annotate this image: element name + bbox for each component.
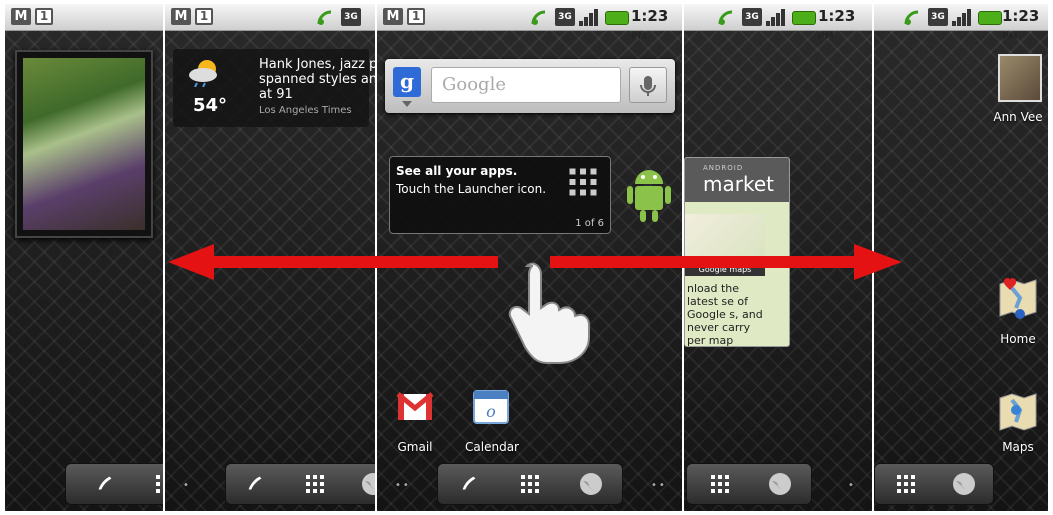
status-bar: M 1 <box>5 4 163 31</box>
battery-icon <box>978 11 1002 25</box>
dock <box>437 463 623 505</box>
wifi-icon <box>531 10 546 25</box>
signal-icon <box>766 8 788 26</box>
android-robot-icon <box>627 164 671 228</box>
market-header: ANDROID market <box>685 158 789 202</box>
battery-icon <box>605 11 629 25</box>
tooltip-counter: 1 of 6 <box>575 218 604 229</box>
clock: 1:23 PM <box>1002 7 1040 42</box>
tooltip-title: See all your apps. <box>396 164 518 178</box>
wifi-icon <box>904 10 919 25</box>
status-bar: M 1 3G 1:23 PM <box>377 4 682 42</box>
microphone-icon[interactable] <box>629 67 667 103</box>
clock: 1:23 PM <box>818 7 856 42</box>
status-bar: 3G 1:23 PM <box>874 4 1048 42</box>
dock <box>65 463 163 505</box>
browser-globe-icon[interactable] <box>344 464 375 504</box>
launcher-grid-icon[interactable] <box>136 464 163 504</box>
home-screen-panel-1: M 1 <box>5 4 163 511</box>
battery-icon <box>792 11 816 25</box>
page-indicator: •• <box>651 480 667 491</box>
gmail-app-label[interactable]: Gmail <box>385 440 445 454</box>
gmail-notification-icon: M <box>171 8 191 25</box>
status-bar: 3G 1:23 PM <box>684 4 872 42</box>
maps-app-label[interactable]: Maps <box>986 440 1048 454</box>
swipe-left-arrowhead <box>168 244 214 280</box>
tooltip-body: Touch the Launcher icon. <box>396 182 547 196</box>
news-weather-widget[interactable]: 54° Hank Jones, jazz pianist, spanned st… <box>173 49 375 127</box>
3g-icon: 3G <box>341 8 361 26</box>
chevron-down-icon[interactable] <box>402 101 412 107</box>
market-logo-small: ANDROID <box>703 164 744 172</box>
news-source: Los Angeles Times <box>259 105 352 116</box>
launcher-grid-icon[interactable] <box>877 464 935 504</box>
photo-frame-widget[interactable] <box>15 50 153 238</box>
google-g-button[interactable]: g <box>393 67 421 97</box>
calendar-notification-icon: 1 <box>407 8 425 25</box>
launcher-tooltip[interactable]: See all your apps. Touch the Launcher ic… <box>389 156 611 234</box>
search-input[interactable]: Google <box>431 67 621 103</box>
browser-globe-icon[interactable] <box>935 464 993 504</box>
google-search-widget[interactable]: g Google <box>385 59 675 113</box>
clock: 1:23 PM <box>631 7 669 42</box>
signal-icon <box>952 8 974 26</box>
launcher-grid-icon[interactable] <box>286 464 344 504</box>
launcher-grid-icon[interactable] <box>691 464 749 504</box>
launcher-grid-icon[interactable] <box>501 464 559 504</box>
wifi-icon <box>718 10 733 25</box>
contact-shortcut-label[interactable]: Ann Vee <box>986 110 1048 124</box>
calendar-app-label[interactable]: Calendar <box>457 440 527 454</box>
signal-icon <box>579 8 601 26</box>
family-photo <box>23 58 145 230</box>
page-indicator: • <box>848 480 856 491</box>
home-map-shortcut-icon[interactable] <box>998 276 1038 320</box>
page-indicator: •• <box>395 480 411 491</box>
calendar-notification-icon: 1 <box>35 8 53 25</box>
page-indicator: • <box>183 480 191 491</box>
3g-icon: 3G <box>555 8 575 26</box>
phone-icon[interactable] <box>226 464 284 504</box>
swipe-left-arrow <box>168 244 498 280</box>
wifi-icon <box>317 10 332 25</box>
phone-icon[interactable] <box>76 464 134 504</box>
gmail-notification-icon: M <box>11 8 31 25</box>
temperature: 54° <box>193 95 228 116</box>
swipe-right-arrow-shaft <box>550 256 856 268</box>
gmail-notification-icon: M <box>383 8 403 25</box>
home-map-shortcut-label[interactable]: Home <box>986 332 1048 346</box>
news-headline: Hank Jones, jazz pianist, spanned styles… <box>259 57 375 102</box>
calendar-app-icon[interactable]: o <box>471 386 511 426</box>
maps-app-icon[interactable] <box>998 392 1038 432</box>
browser-globe-icon[interactable] <box>751 464 809 504</box>
market-promo-text: nload the latest se of Google s, and nev… <box>687 282 763 347</box>
launcher-grid-icon <box>568 167 598 201</box>
market-logo: market <box>703 172 774 196</box>
swipe-right-arrow <box>550 244 902 280</box>
browser-globe-icon[interactable] <box>562 464 620 504</box>
weather-icon <box>187 57 223 88</box>
svg-text:o: o <box>486 402 496 421</box>
calendar-notification-icon: 1 <box>195 8 213 25</box>
dock <box>874 463 994 505</box>
swipe-left-arrow-shaft <box>208 256 498 268</box>
gmail-app-icon[interactable] <box>395 386 435 426</box>
3g-icon: 3G <box>928 8 948 26</box>
dock <box>686 463 812 505</box>
contact-shortcut-icon[interactable] <box>998 54 1042 102</box>
dock <box>225 463 375 505</box>
3g-icon: 3G <box>742 8 762 26</box>
status-bar: M 1 3G <box>165 4 375 31</box>
phone-icon[interactable] <box>440 464 498 504</box>
swipe-right-arrowhead <box>854 244 902 280</box>
